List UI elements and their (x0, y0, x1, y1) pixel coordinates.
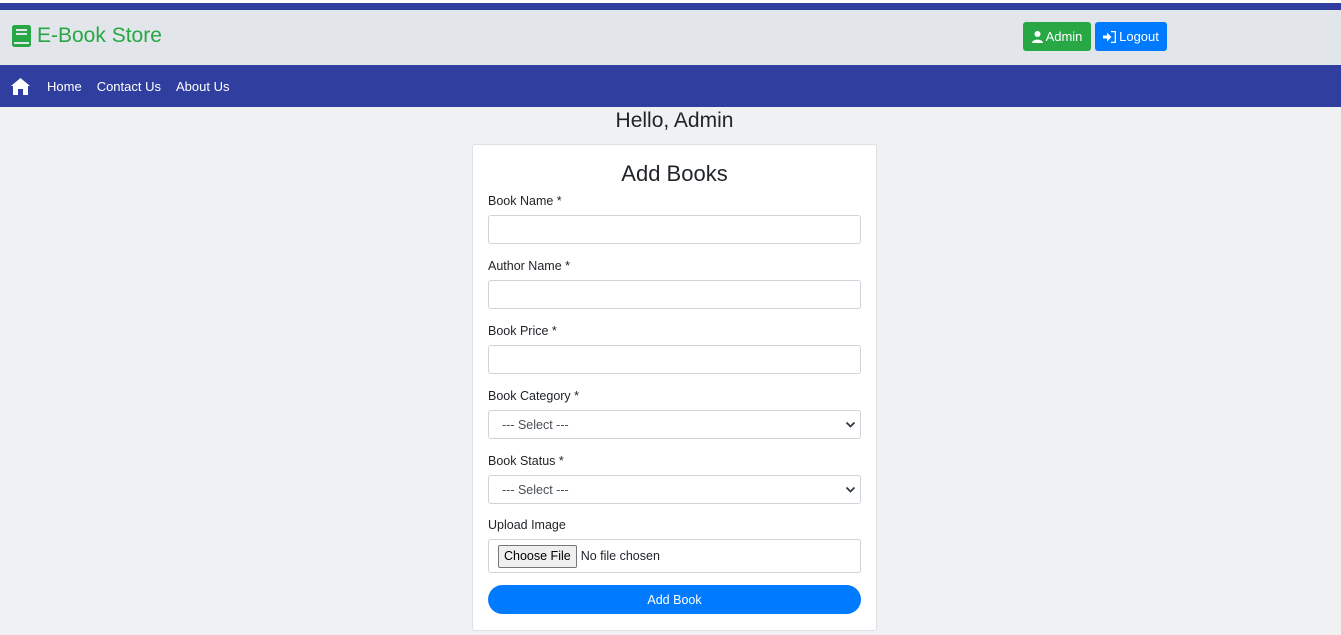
book-price-input[interactable] (488, 345, 861, 374)
brand[interactable]: E-Book Store (12, 24, 162, 48)
greeting: Hello, Admin (615, 109, 734, 132)
nav-item-about-us[interactable]: About Us (176, 79, 229, 94)
author-name-label: Author Name * (488, 259, 570, 273)
book-price-label: Book Price * (488, 324, 557, 338)
book-status-select[interactable]: --- Select --- (488, 475, 861, 504)
user-icon (1031, 30, 1043, 43)
file-status: No file chosen (580, 549, 660, 563)
logout-button[interactable]: Logout (1095, 22, 1167, 51)
book-status-selected: --- Select --- (502, 482, 569, 497)
author-name-input[interactable] (488, 280, 861, 309)
book-category-label: Book Category * (488, 389, 580, 403)
brand-title: E-Book Store (37, 24, 162, 47)
admin-button[interactable]: Admin (1023, 22, 1091, 51)
logout-button-label: Logout (1119, 29, 1159, 44)
add-books-card: Add Books Book Name * Author Name * Book… (472, 144, 877, 631)
choose-file-button[interactable]: Choose File (498, 544, 577, 568)
top-accent-bar (0, 3, 1341, 10)
book-category-select[interactable]: --- Select --- (488, 410, 861, 439)
book-name-input[interactable] (488, 215, 861, 244)
header: E-Book Store Admin Logout (0, 10, 1341, 65)
form-title: Add Books (621, 161, 728, 186)
book-status-label: Book Status * (488, 454, 564, 468)
book-category-selected: --- Select --- (502, 417, 569, 432)
upload-image-label: Upload Image (488, 518, 566, 532)
upload-image-input: Choose File No file chosen (488, 539, 861, 573)
chevron-down-icon (845, 486, 856, 493)
navbar: Home Contact Us About Us (0, 65, 1341, 107)
nav-item-contact-us[interactable]: Contact Us (97, 79, 161, 94)
nav-item-home[interactable]: Home (47, 79, 82, 94)
chevron-down-icon (845, 421, 856, 428)
book-icon (12, 25, 31, 47)
top-stripe (0, 0, 1341, 10)
admin-button-label: Admin (1045, 29, 1083, 44)
book-name-label: Book Name * (488, 194, 562, 208)
add-book-button[interactable]: Add Book (488, 585, 861, 614)
home-icon[interactable] (11, 77, 30, 95)
sign-in-icon (1103, 30, 1117, 43)
